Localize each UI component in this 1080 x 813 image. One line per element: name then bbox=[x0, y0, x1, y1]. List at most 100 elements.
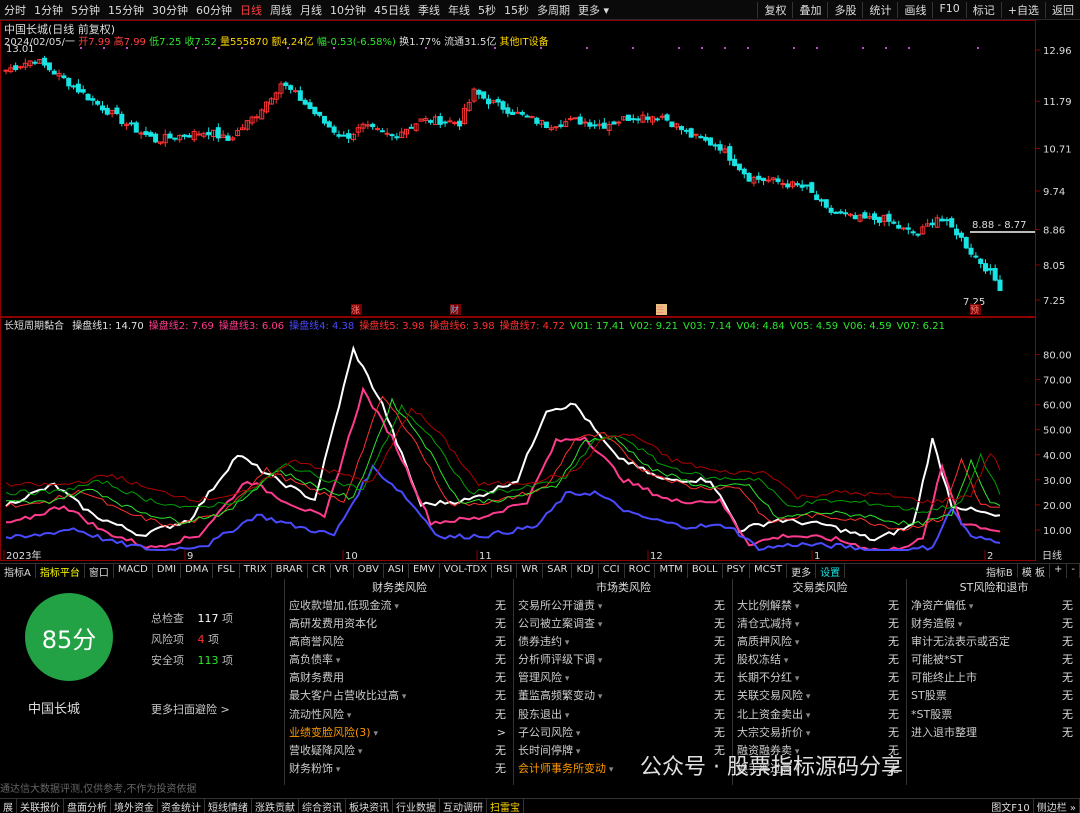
more-scan-link[interactable]: 更多扫面避险 > bbox=[151, 701, 230, 717]
bottom-tab-10[interactable]: 互动调研 bbox=[440, 799, 487, 813]
indicator-tab-10[interactable]: VR bbox=[331, 564, 354, 578]
period-tab-8[interactable]: 月线 bbox=[296, 2, 326, 18]
indicator-tab-right-3[interactable]: - bbox=[1067, 564, 1080, 578]
risk-row[interactable]: 大比例解禁 ▾ 无 bbox=[733, 597, 907, 615]
indicator-tab-19[interactable]: CCI bbox=[599, 564, 625, 578]
risk-row[interactable]: 交易所公开谴责 ▾ 无 bbox=[514, 597, 733, 615]
period-tab-7[interactable]: 周线 bbox=[266, 2, 296, 18]
risk-row[interactable]: 长期不分红 ▾ 无 bbox=[733, 669, 907, 687]
risk-row[interactable]: 业绩变脸风险(3) ▾ > bbox=[285, 724, 514, 742]
period-tab-12[interactable]: 年线 bbox=[444, 2, 474, 18]
risk-row[interactable]: 可能被*ST 无 bbox=[907, 651, 1080, 669]
bottom-right-tab-1[interactable]: 侧边栏 » bbox=[1034, 799, 1080, 813]
risk-row[interactable]: 大宗交易折价 ▾ 无 bbox=[733, 724, 907, 742]
top-tool-5[interactable]: F10 bbox=[932, 1, 965, 18]
top-tool-7[interactable]: +自选 bbox=[1000, 1, 1045, 18]
risk-row[interactable]: 财务粉饰 ▾ 无 bbox=[285, 760, 514, 778]
bottom-tab-2[interactable]: 盘面分析 bbox=[64, 799, 111, 813]
bottom-tab-11[interactable]: 扫雷宝 bbox=[487, 799, 524, 813]
top-tool-1[interactable]: 叠加 bbox=[792, 1, 827, 18]
bottom-tab-9[interactable]: 行业数据 bbox=[393, 799, 440, 813]
indicator-tab-25[interactable]: 更多 bbox=[787, 564, 817, 578]
risk-row[interactable]: 审计无法表示或否定 无 bbox=[907, 633, 1080, 651]
top-tool-3[interactable]: 统计 bbox=[862, 1, 897, 18]
indicator-tab-6[interactable]: FSL bbox=[213, 564, 240, 578]
bottom-tab-8[interactable]: 板块资讯 bbox=[346, 799, 393, 813]
period-tab-11[interactable]: 季线 bbox=[414, 2, 444, 18]
risk-row[interactable]: 董监高频繁变动 ▾ 无 bbox=[514, 687, 733, 705]
indicator-tab-20[interactable]: ROC bbox=[625, 564, 656, 578]
indicator-tab-1[interactable]: 指标平台 bbox=[36, 564, 85, 578]
indicator-tab-right-0[interactable]: 指标B bbox=[982, 564, 1018, 578]
period-tab-3[interactable]: 15分钟 bbox=[104, 2, 148, 18]
risk-row[interactable]: 公司被立案调查 ▾ 无 bbox=[514, 615, 733, 633]
risk-row[interactable]: 可能终止上市 无 bbox=[907, 669, 1080, 687]
indicator-tab-13[interactable]: EMV bbox=[409, 564, 440, 578]
indicator-tab-4[interactable]: DMI bbox=[153, 564, 182, 578]
period-tab-14[interactable]: 15秒 bbox=[500, 2, 533, 18]
indicator-tab-15[interactable]: RSI bbox=[492, 564, 518, 578]
risk-row[interactable]: 分析师评级下调 ▾ 无 bbox=[514, 651, 733, 669]
risk-row[interactable]: 流动性风险 ▾ 无 bbox=[285, 706, 514, 724]
indicator-tab-0[interactable]: 指标A bbox=[0, 564, 36, 578]
indicator-tab-16[interactable]: WR bbox=[517, 564, 544, 578]
risk-row[interactable]: 营收疑降风险 ▾ 无 bbox=[285, 742, 514, 760]
period-tab-15[interactable]: 多周期 bbox=[533, 2, 574, 18]
indicator-tab-12[interactable]: ASI bbox=[384, 564, 409, 578]
bottom-right-tab-0[interactable]: 图文F10 bbox=[988, 799, 1034, 813]
bottom-tab-0[interactable]: 展 bbox=[0, 799, 17, 813]
indicator-tab-11[interactable]: OBV bbox=[354, 564, 384, 578]
risk-row[interactable]: 股东退出 ▾ 无 bbox=[514, 706, 733, 724]
risk-row[interactable]: 最大客户占营收比过高 ▾ 无 bbox=[285, 687, 514, 705]
bottom-tab-5[interactable]: 短线情绪 bbox=[205, 799, 252, 813]
period-tab-5[interactable]: 60分钟 bbox=[192, 2, 236, 18]
period-tab-6[interactable]: 日线 bbox=[236, 2, 266, 18]
indicator-tab-3[interactable]: MACD bbox=[114, 564, 153, 578]
bottom-tab-6[interactable]: 涨跌贡献 bbox=[252, 799, 299, 813]
risk-row[interactable]: 债券违约 ▾ 无 bbox=[514, 633, 733, 651]
risk-row[interactable]: 股权冻结 ▾ 无 bbox=[733, 651, 907, 669]
indicator-tab-24[interactable]: MCST bbox=[750, 564, 788, 578]
period-tab-10[interactable]: 45日线 bbox=[370, 2, 414, 18]
top-tool-4[interactable]: 画线 bbox=[897, 1, 932, 18]
risk-row[interactable]: 管理风险 ▾ 无 bbox=[514, 669, 733, 687]
period-tab-0[interactable]: 分时 bbox=[0, 2, 30, 18]
bottom-tab-7[interactable]: 综合资讯 bbox=[299, 799, 346, 813]
top-tool-6[interactable]: 标记 bbox=[965, 1, 1001, 18]
risk-row[interactable]: 高商誉风险 无 bbox=[285, 633, 514, 651]
period-tab-2[interactable]: 5分钟 bbox=[67, 2, 104, 18]
indicator-tab-right-2[interactable]: + bbox=[1050, 564, 1068, 578]
indicator-tab-7[interactable]: TRIX bbox=[240, 564, 272, 578]
indicator-tab-5[interactable]: DMA bbox=[181, 564, 214, 578]
indicator-tab-17[interactable]: SAR bbox=[543, 564, 573, 578]
risk-row[interactable]: 应收款增加,低现金流 ▾ 无 bbox=[285, 597, 514, 615]
risk-row[interactable]: 高研发费用资本化 无 bbox=[285, 615, 514, 633]
top-tool-0[interactable]: 复权 bbox=[757, 1, 792, 18]
top-tool-8[interactable]: 返回 bbox=[1045, 1, 1080, 18]
indicator-tab-8[interactable]: BRAR bbox=[272, 564, 308, 578]
risk-row[interactable]: 关联交易风险 ▾ 无 bbox=[733, 687, 907, 705]
indicator-tab-23[interactable]: PSY bbox=[723, 564, 751, 578]
indicator-tab-26[interactable]: 设置 bbox=[816, 564, 846, 578]
indicator-tab-18[interactable]: KDJ bbox=[572, 564, 599, 578]
indicator-tab-21[interactable]: MTM bbox=[655, 564, 688, 578]
risk-row[interactable]: 净资产偏低 ▾ 无 bbox=[907, 597, 1080, 615]
indicator-tab-2[interactable]: 窗口 bbox=[85, 564, 114, 578]
risk-row[interactable]: *ST股票 无 bbox=[907, 706, 1080, 724]
bottom-tab-1[interactable]: 关联报价 bbox=[17, 799, 64, 813]
indicator-tab-22[interactable]: BOLL bbox=[688, 564, 723, 578]
risk-row[interactable]: 进入退市整理 无 bbox=[907, 724, 1080, 742]
risk-row[interactable]: 子公司风险 ▾ 无 bbox=[514, 724, 733, 742]
period-tab-16[interactable]: 更多 ▾ bbox=[574, 2, 613, 18]
indicator-tab-9[interactable]: CR bbox=[308, 564, 331, 578]
period-tab-1[interactable]: 1分钟 bbox=[30, 2, 67, 18]
risk-row[interactable]: 北上资金卖出 ▾ 无 bbox=[733, 706, 907, 724]
risk-row[interactable]: 高财务费用 无 bbox=[285, 669, 514, 687]
indicator-tab-14[interactable]: VOL-TDX bbox=[440, 564, 493, 578]
risk-row[interactable]: ST股票 无 bbox=[907, 687, 1080, 705]
period-tab-9[interactable]: 10分钟 bbox=[326, 2, 370, 18]
bottom-tab-4[interactable]: 资金统计 bbox=[158, 799, 205, 813]
period-tab-4[interactable]: 30分钟 bbox=[148, 2, 192, 18]
bottom-tab-3[interactable]: 境外资金 bbox=[111, 799, 158, 813]
period-tab-13[interactable]: 5秒 bbox=[474, 2, 500, 18]
